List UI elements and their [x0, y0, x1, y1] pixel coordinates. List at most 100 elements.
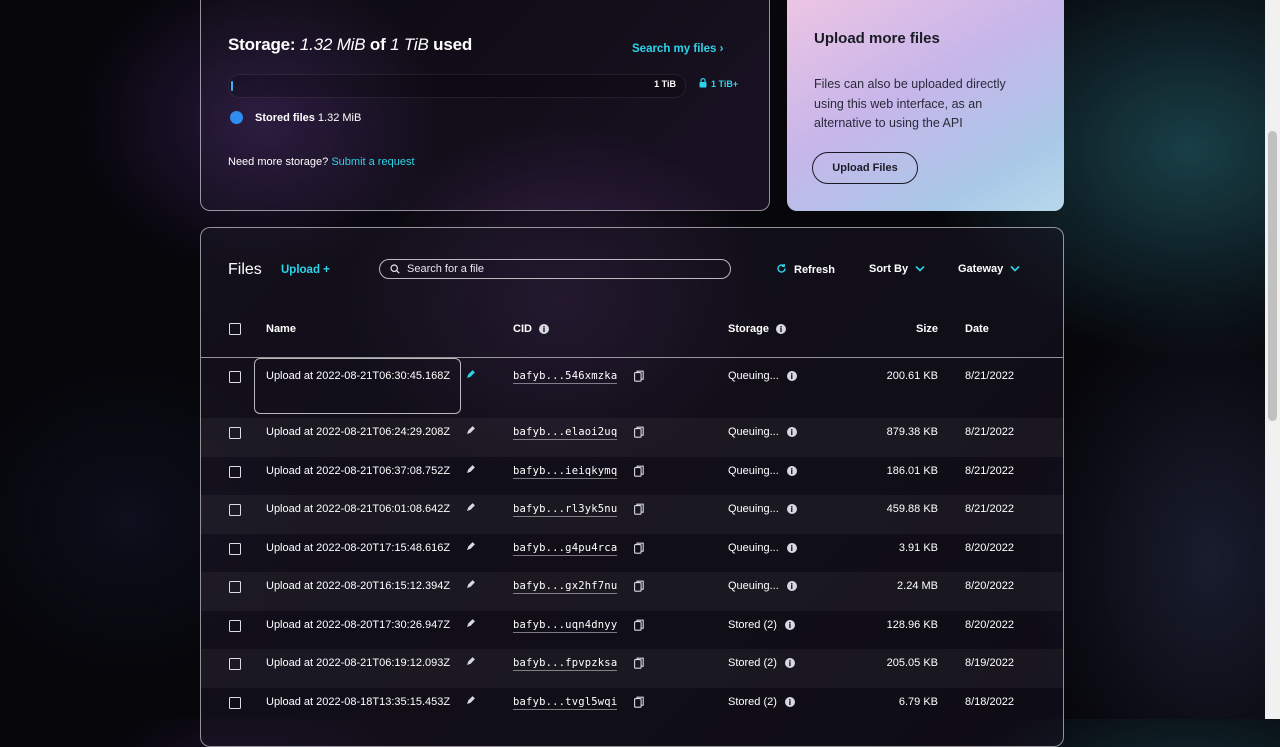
column-header-name[interactable]: Name: [266, 323, 296, 335]
chevron-down-icon: [915, 263, 925, 275]
sort-by-dropdown[interactable]: Sort By: [869, 263, 925, 275]
pencil-icon[interactable]: [466, 696, 475, 708]
row-checkbox[interactable]: [229, 466, 241, 478]
upload-link[interactable]: Upload +: [281, 264, 330, 276]
table-row[interactable]: Upload at 2022-08-21T06:01:08.642Z bafyb…: [201, 495, 1063, 534]
file-name[interactable]: Upload at 2022-08-21T06:24:29.208Z: [266, 426, 450, 438]
file-cid[interactable]: bafyb...546xmzka: [513, 370, 618, 384]
gateway-dropdown[interactable]: Gateway: [958, 263, 1020, 275]
file-cid[interactable]: bafyb...elaoi2uq: [513, 426, 618, 440]
info-icon[interactable]: i: [786, 543, 797, 553]
info-icon[interactable]: i: [784, 697, 795, 707]
table-row[interactable]: Upload at 2022-08-21T06:37:08.752Z bafyb…: [201, 457, 1063, 495]
refresh-icon: [776, 263, 787, 277]
upload-files-button[interactable]: Upload Files: [812, 152, 918, 184]
column-header-size[interactable]: Size: [916, 323, 938, 335]
info-icon[interactable]: i: [538, 324, 549, 334]
pencil-icon[interactable]: [466, 503, 475, 515]
file-cid[interactable]: bafyb...ieiqkymq: [513, 465, 618, 479]
copy-icon[interactable]: [634, 696, 644, 711]
storage-progress-fill: [231, 81, 233, 91]
pencil-icon[interactable]: [466, 465, 475, 477]
row-checkbox[interactable]: [229, 371, 241, 383]
file-date: 8/21/2022: [965, 465, 1014, 477]
column-date-label: Date: [965, 323, 989, 335]
copy-icon[interactable]: [634, 503, 644, 518]
file-name[interactable]: Upload at 2022-08-20T17:30:26.947Z: [266, 619, 450, 631]
info-icon[interactable]: i: [786, 504, 797, 514]
info-icon[interactable]: i: [784, 658, 795, 668]
storage-bar-max-label: 1 TiB: [654, 79, 676, 89]
row-checkbox[interactable]: [229, 620, 241, 632]
info-icon[interactable]: i: [784, 620, 795, 630]
file-cid[interactable]: bafyb...fpvpzksa: [513, 657, 618, 671]
row-checkbox[interactable]: [229, 543, 241, 555]
file-cid[interactable]: bafyb...tvgl5wqi: [513, 696, 618, 710]
legend-label: Stored files: [255, 111, 315, 124]
file-size: 200.61 KB: [886, 370, 938, 382]
file-search-input[interactable]: [407, 263, 707, 275]
storage-title: Storage: 1.32 MiB of 1 TiB used: [228, 35, 472, 55]
storage-status: Queuing... i: [728, 465, 797, 477]
storage-status-text: Queuing...: [728, 580, 779, 592]
lock-icon: [699, 78, 707, 90]
row-checkbox[interactable]: [229, 504, 241, 516]
pencil-icon[interactable]: [466, 657, 475, 669]
row-checkbox[interactable]: [229, 581, 241, 593]
copy-icon[interactable]: [634, 542, 644, 557]
copy-icon[interactable]: [634, 580, 644, 595]
file-size: 6.79 KB: [898, 696, 938, 708]
scrollbar-thumb[interactable]: [1268, 131, 1277, 421]
refresh-button[interactable]: Refresh: [776, 263, 835, 277]
file-cid[interactable]: bafyb...rl3yk5nu: [513, 503, 618, 517]
pencil-icon[interactable]: [466, 542, 475, 554]
copy-icon[interactable]: [634, 657, 644, 672]
info-icon[interactable]: i: [786, 427, 797, 437]
table-row[interactable]: Upload at 2022-08-21T06:30:45.168Z bafyb…: [201, 358, 1063, 418]
copy-icon[interactable]: [634, 370, 644, 385]
row-checkbox[interactable]: [229, 697, 241, 709]
file-name[interactable]: Upload at 2022-08-20T17:15:48.616Z: [266, 542, 450, 554]
pencil-icon[interactable]: [466, 619, 475, 631]
copy-icon[interactable]: [634, 465, 644, 480]
pencil-icon[interactable]: [466, 426, 475, 438]
upload-more-card: Upload more files Files can also be uplo…: [787, 0, 1064, 211]
column-header-cid[interactable]: CID i: [513, 323, 549, 335]
submit-request-link[interactable]: Submit a request: [331, 156, 414, 168]
pencil-icon[interactable]: [466, 370, 475, 382]
file-cid[interactable]: bafyb...g4pu4rca: [513, 542, 618, 556]
storage-total-value: 1 TiB: [390, 35, 429, 54]
info-icon[interactable]: i: [786, 371, 797, 381]
info-icon[interactable]: i: [775, 324, 786, 334]
column-header-storage[interactable]: Storage i: [728, 323, 786, 335]
storage-of-text: of: [369, 35, 386, 54]
file-cid[interactable]: bafyb...uqn4dnyy: [513, 619, 618, 633]
copy-icon[interactable]: [634, 426, 644, 441]
table-row[interactable]: Upload at 2022-08-20T17:30:26.947Z bafyb…: [201, 611, 1063, 649]
file-name[interactable]: Upload at 2022-08-20T16:15:12.394Z: [266, 580, 450, 592]
table-row[interactable]: Upload at 2022-08-21T06:24:29.208Z bafyb…: [201, 418, 1063, 457]
page-scrollbar[interactable]: [1265, 0, 1280, 719]
table-row[interactable]: Upload at 2022-08-18T13:35:15.453Z bafyb…: [201, 688, 1063, 726]
file-name[interactable]: Upload at 2022-08-21T06:19:12.093Z: [266, 657, 450, 669]
file-name[interactable]: Upload at 2022-08-18T13:35:15.453Z: [266, 696, 450, 708]
search-my-files-link[interactable]: Search my files ›: [632, 43, 723, 55]
info-icon[interactable]: i: [786, 581, 797, 591]
info-icon[interactable]: i: [786, 466, 797, 476]
gateway-label: Gateway: [958, 263, 1004, 275]
file-name[interactable]: Upload at 2022-08-21T06:01:08.642Z: [266, 503, 450, 515]
select-all-checkbox[interactable]: [229, 323, 241, 335]
copy-icon[interactable]: [634, 619, 644, 634]
file-name[interactable]: Upload at 2022-08-21T06:37:08.752Z: [266, 465, 450, 477]
row-checkbox[interactable]: [229, 427, 241, 439]
storage-status: Queuing... i: [728, 370, 797, 382]
storage-upgrade-link[interactable]: 1 TiB+: [699, 78, 738, 90]
table-row[interactable]: Upload at 2022-08-21T06:19:12.093Z bafyb…: [201, 649, 1063, 688]
legend-value: 1.32 MiB: [317, 111, 362, 124]
row-checkbox[interactable]: [229, 658, 241, 670]
file-cid[interactable]: bafyb...gx2hf7nu: [513, 580, 618, 594]
column-header-date[interactable]: Date: [965, 323, 989, 335]
table-row[interactable]: Upload at 2022-08-20T16:15:12.394Z bafyb…: [201, 572, 1063, 611]
table-row[interactable]: Upload at 2022-08-20T17:15:48.616Z bafyb…: [201, 534, 1063, 572]
pencil-icon[interactable]: [466, 580, 475, 592]
